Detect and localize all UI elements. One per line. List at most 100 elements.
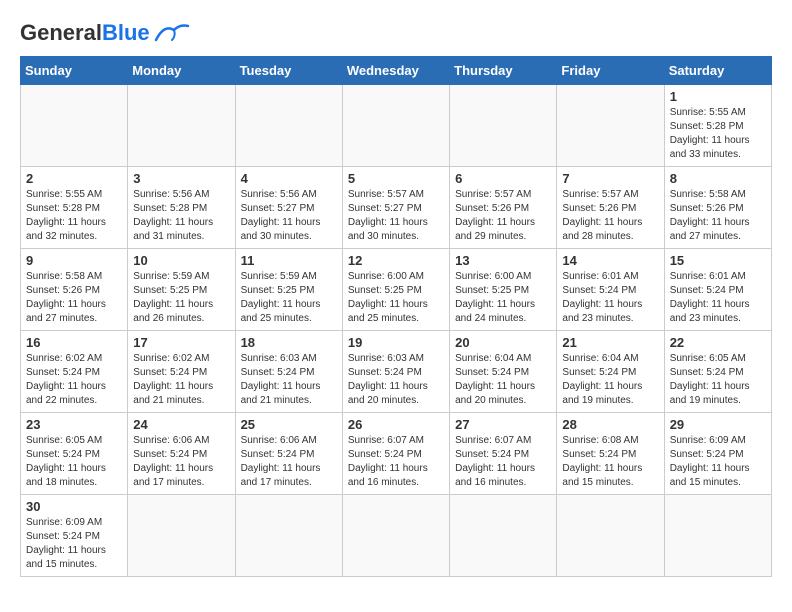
day-number: 2 (26, 171, 122, 186)
day-info: Sunrise: 5:56 AM Sunset: 5:27 PM Dayligh… (241, 188, 337, 244)
calendar-day-cell: 23 Sunrise: 6:05 AM Sunset: 5:24 PM Dayli… (21, 413, 128, 495)
day-number: 27 (455, 417, 551, 432)
calendar-day-cell: 5 Sunrise: 5:57 AM Sunset: 5:27 PM Daylig… (342, 167, 449, 249)
day-info: Sunrise: 6:00 AM Sunset: 5:25 PM Dayligh… (455, 270, 551, 326)
day-number: 8 (670, 171, 766, 186)
day-info: Sunrise: 6:05 AM Sunset: 5:24 PM Dayligh… (670, 352, 766, 408)
weekday-header-row: SundayMondayTuesdayWednesdayThursdayFrid… (21, 57, 772, 85)
day-info: Sunrise: 6:06 AM Sunset: 5:24 PM Dayligh… (133, 434, 229, 490)
calendar-week-row: 1 Sunrise: 5:55 AM Sunset: 5:28 PM Daylig… (21, 85, 772, 167)
calendar-day-cell (664, 495, 771, 577)
day-number: 1 (670, 89, 766, 104)
calendar-day-cell (21, 85, 128, 167)
day-number: 12 (348, 253, 444, 268)
calendar-week-row: 23 Sunrise: 6:05 AM Sunset: 5:24 PM Dayli… (21, 413, 772, 495)
day-info: Sunrise: 5:55 AM Sunset: 5:28 PM Dayligh… (670, 106, 766, 162)
day-number: 26 (348, 417, 444, 432)
calendar-day-cell: 30Sunrise: 6:09 AM Sunset: 5:24 PM Dayli… (21, 495, 128, 577)
logo: GeneralBlue (20, 20, 190, 46)
day-info: Sunrise: 6:09 AM Sunset: 5:24 PM Dayligh… (670, 434, 766, 490)
day-number: 25 (241, 417, 337, 432)
calendar-day-cell: 6Sunrise: 5:57 AM Sunset: 5:26 PM Daylig… (450, 167, 557, 249)
day-info: Sunrise: 5:56 AM Sunset: 5:28 PM Dayligh… (133, 188, 229, 244)
calendar-week-row: 2 Sunrise: 5:55 AM Sunset: 5:28 PM Daylig… (21, 167, 772, 249)
day-number: 4 (241, 171, 337, 186)
day-number: 24 (133, 417, 229, 432)
calendar-week-row: 30Sunrise: 6:09 AM Sunset: 5:24 PM Dayli… (21, 495, 772, 577)
day-info: Sunrise: 5:59 AM Sunset: 5:25 PM Dayligh… (133, 270, 229, 326)
calendar-day-cell: 10 Sunrise: 5:59 AM Sunset: 5:25 PM Dayli… (128, 249, 235, 331)
day-number: 15 (670, 253, 766, 268)
day-info: Sunrise: 5:58 AM Sunset: 5:26 PM Dayligh… (26, 270, 122, 326)
calendar-day-cell: 13 Sunrise: 6:00 AM Sunset: 5:25 PM Dayli… (450, 249, 557, 331)
day-info: Sunrise: 6:02 AM Sunset: 5:24 PM Dayligh… (26, 352, 122, 408)
calendar-week-row: 16Sunrise: 6:02 AM Sunset: 5:24 PM Dayli… (21, 331, 772, 413)
day-info: Sunrise: 5:57 AM Sunset: 5:27 PM Dayligh… (348, 188, 444, 244)
calendar-week-row: 9 Sunrise: 5:58 AM Sunset: 5:26 PM Daylig… (21, 249, 772, 331)
calendar-day-cell: 26 Sunrise: 6:07 AM Sunset: 5:24 PM Dayli… (342, 413, 449, 495)
day-number: 5 (348, 171, 444, 186)
day-number: 13 (455, 253, 551, 268)
day-number: 28 (562, 417, 658, 432)
weekday-header-sunday: Sunday (21, 57, 128, 85)
calendar-day-cell (128, 85, 235, 167)
calendar-day-cell: 7 Sunrise: 5:57 AM Sunset: 5:26 PM Daylig… (557, 167, 664, 249)
day-info: Sunrise: 6:05 AM Sunset: 5:24 PM Dayligh… (26, 434, 122, 490)
weekday-header-saturday: Saturday (664, 57, 771, 85)
calendar-day-cell: 1 Sunrise: 5:55 AM Sunset: 5:28 PM Daylig… (664, 85, 771, 167)
calendar-day-cell: 20 Sunrise: 6:04 AM Sunset: 5:24 PM Dayli… (450, 331, 557, 413)
calendar-day-cell: 14Sunrise: 6:01 AM Sunset: 5:24 PM Dayli… (557, 249, 664, 331)
calendar-day-cell (235, 495, 342, 577)
calendar-day-cell: 25 Sunrise: 6:06 AM Sunset: 5:24 PM Dayli… (235, 413, 342, 495)
calendar-day-cell: 18Sunrise: 6:03 AM Sunset: 5:24 PM Dayli… (235, 331, 342, 413)
calendar-day-cell: 4 Sunrise: 5:56 AM Sunset: 5:27 PM Daylig… (235, 167, 342, 249)
day-info: Sunrise: 6:00 AM Sunset: 5:25 PM Dayligh… (348, 270, 444, 326)
calendar-day-cell (342, 495, 449, 577)
day-number: 9 (26, 253, 122, 268)
weekday-header-wednesday: Wednesday (342, 57, 449, 85)
day-number: 29 (670, 417, 766, 432)
day-info: Sunrise: 6:07 AM Sunset: 5:24 PM Dayligh… (348, 434, 444, 490)
calendar-day-cell: 19Sunrise: 6:03 AM Sunset: 5:24 PM Dayli… (342, 331, 449, 413)
day-info: Sunrise: 5:55 AM Sunset: 5:28 PM Dayligh… (26, 188, 122, 244)
calendar-day-cell: 2 Sunrise: 5:55 AM Sunset: 5:28 PM Daylig… (21, 167, 128, 249)
logo-text: GeneralBlue (20, 20, 150, 46)
day-number: 20 (455, 335, 551, 350)
day-info: Sunrise: 6:07 AM Sunset: 5:24 PM Dayligh… (455, 434, 551, 490)
calendar-day-cell: 24 Sunrise: 6:06 AM Sunset: 5:24 PM Dayli… (128, 413, 235, 495)
page-header: GeneralBlue (20, 20, 772, 46)
calendar-day-cell: 8 Sunrise: 5:58 AM Sunset: 5:26 PM Daylig… (664, 167, 771, 249)
weekday-header-friday: Friday (557, 57, 664, 85)
day-info: Sunrise: 6:04 AM Sunset: 5:24 PM Dayligh… (562, 352, 658, 408)
day-info: Sunrise: 5:58 AM Sunset: 5:26 PM Dayligh… (670, 188, 766, 244)
calendar-day-cell: 9 Sunrise: 5:58 AM Sunset: 5:26 PM Daylig… (21, 249, 128, 331)
day-info: Sunrise: 5:57 AM Sunset: 5:26 PM Dayligh… (455, 188, 551, 244)
calendar-day-cell (128, 495, 235, 577)
day-number: 21 (562, 335, 658, 350)
calendar-day-cell: 16Sunrise: 6:02 AM Sunset: 5:24 PM Dayli… (21, 331, 128, 413)
calendar-day-cell: 3Sunrise: 5:56 AM Sunset: 5:28 PM Daylig… (128, 167, 235, 249)
calendar-day-cell (235, 85, 342, 167)
day-info: Sunrise: 6:08 AM Sunset: 5:24 PM Dayligh… (562, 434, 658, 490)
calendar-day-cell: 15Sunrise: 6:01 AM Sunset: 5:24 PM Dayli… (664, 249, 771, 331)
calendar-day-cell (450, 495, 557, 577)
day-number: 23 (26, 417, 122, 432)
calendar-day-cell: 11Sunrise: 5:59 AM Sunset: 5:25 PM Dayli… (235, 249, 342, 331)
day-info: Sunrise: 6:03 AM Sunset: 5:24 PM Dayligh… (241, 352, 337, 408)
day-info: Sunrise: 6:04 AM Sunset: 5:24 PM Dayligh… (455, 352, 551, 408)
logo-bird-icon (154, 22, 190, 44)
day-info: Sunrise: 6:03 AM Sunset: 5:24 PM Dayligh… (348, 352, 444, 408)
day-info: Sunrise: 5:57 AM Sunset: 5:26 PM Dayligh… (562, 188, 658, 244)
calendar-day-cell: 12 Sunrise: 6:00 AM Sunset: 5:25 PM Dayli… (342, 249, 449, 331)
day-number: 22 (670, 335, 766, 350)
day-number: 7 (562, 171, 658, 186)
day-number: 14 (562, 253, 658, 268)
day-info: Sunrise: 5:59 AM Sunset: 5:25 PM Dayligh… (241, 270, 337, 326)
day-info: Sunrise: 6:09 AM Sunset: 5:24 PM Dayligh… (26, 516, 122, 572)
weekday-header-thursday: Thursday (450, 57, 557, 85)
calendar-day-cell: 22 Sunrise: 6:05 AM Sunset: 5:24 PM Dayli… (664, 331, 771, 413)
day-number: 10 (133, 253, 229, 268)
calendar-day-cell (557, 495, 664, 577)
day-info: Sunrise: 6:06 AM Sunset: 5:24 PM Dayligh… (241, 434, 337, 490)
calendar-day-cell: 27 Sunrise: 6:07 AM Sunset: 5:24 PM Dayli… (450, 413, 557, 495)
